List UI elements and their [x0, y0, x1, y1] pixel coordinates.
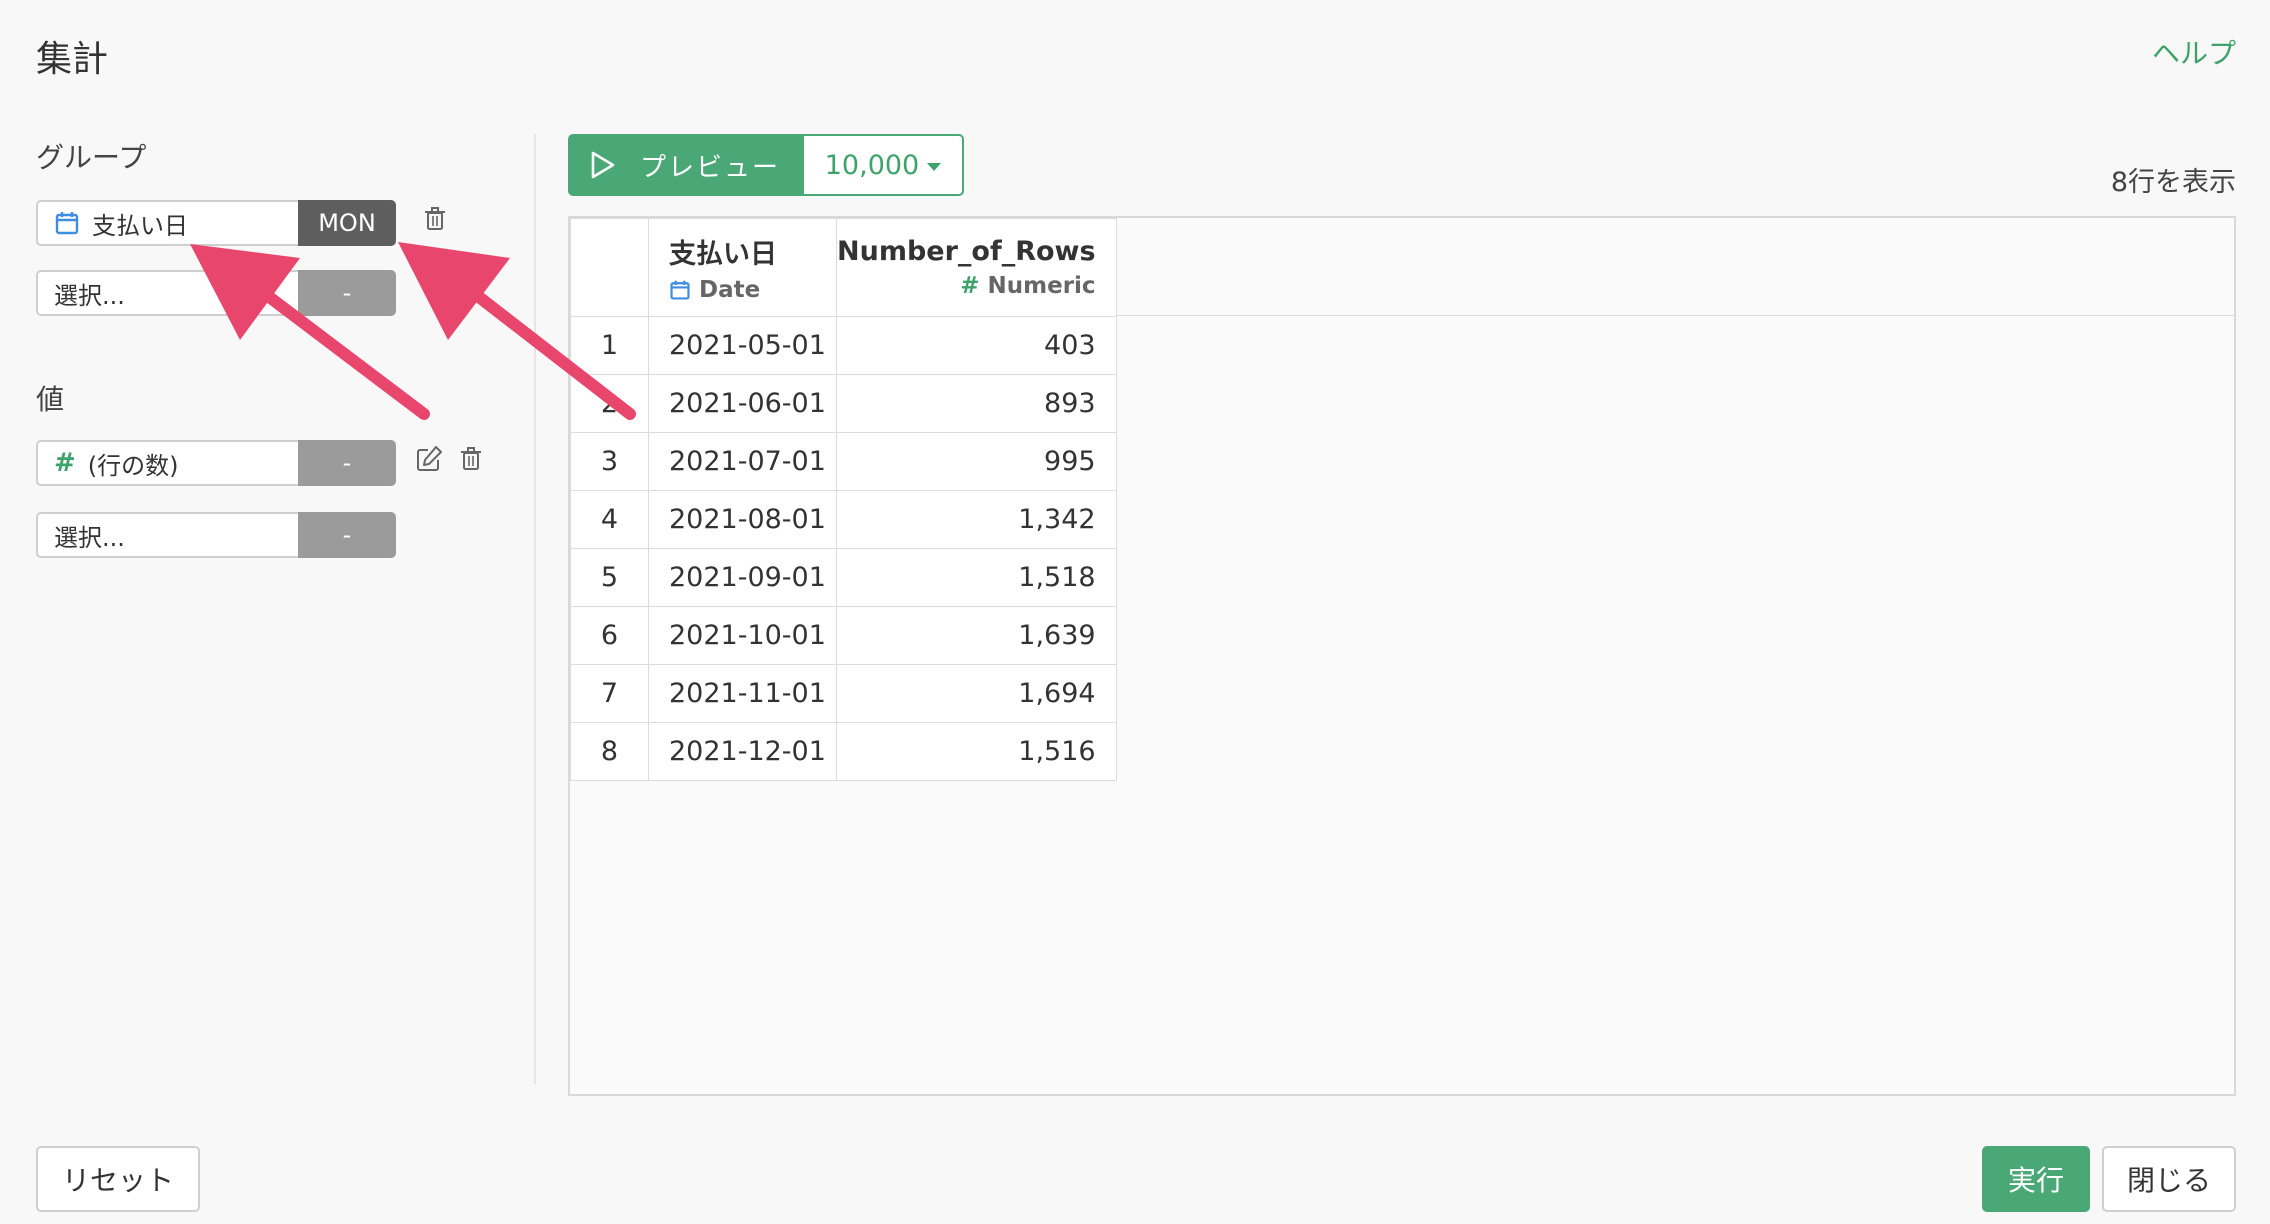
cell-count: 1,342: [836, 490, 1117, 549]
value-select-button[interactable]: -: [298, 512, 396, 558]
cell-count: 893: [836, 374, 1117, 433]
value-field-label: (行の数): [87, 451, 179, 480]
preview-table: 支払い日 Date Number_of_Rows # Numeric 1 202…: [570, 218, 1117, 781]
grid-header-filler: [1114, 218, 2234, 316]
table-row[interactable]: 6 2021-10-01 1,639: [570, 606, 1117, 665]
row-index: 4: [570, 490, 649, 549]
group-field-row: 支払い日 MON: [36, 200, 396, 246]
date-unit-button[interactable]: MON: [298, 200, 396, 246]
settings-panel: グループ 支払い日 MON 選択... - 値 # (行の数) - 選択... …: [36, 130, 506, 1080]
trash-icon[interactable]: [420, 204, 450, 234]
cell-count: 1,639: [836, 606, 1117, 665]
row-index: 5: [570, 548, 649, 607]
calendar-icon: [670, 280, 690, 300]
column-type: Date: [669, 277, 836, 303]
hash-icon: #: [960, 273, 980, 299]
column-type-label: Date: [699, 277, 761, 303]
cell-date: 2021-10-01: [648, 606, 837, 665]
index-header: [570, 218, 649, 317]
table-header-row: 支払い日 Date Number_of_Rows # Numeric: [570, 218, 1117, 317]
preview-toolbar: プレビュー 10,000: [568, 134, 964, 196]
preview-label: プレビュー: [640, 152, 781, 183]
caret-down-icon: [927, 163, 942, 171]
row-index: 8: [570, 722, 649, 781]
hash-icon: #: [54, 448, 76, 478]
panel-divider: [534, 134, 536, 1084]
preview-rows-value: 10,000: [824, 149, 920, 181]
cell-date: 2021-05-01: [648, 316, 837, 375]
column-type-label: Numeric: [987, 273, 1096, 299]
group-select-field[interactable]: 選択...: [36, 270, 298, 316]
group-field-row-empty: 選択... -: [36, 270, 396, 316]
reset-button[interactable]: リセット: [36, 1146, 200, 1212]
row-count-label: 8行を表示: [2110, 167, 2236, 198]
cell-date: 2021-06-01: [648, 374, 837, 433]
cell-date: 2021-07-01: [648, 432, 837, 491]
table-row[interactable]: 1 2021-05-01 403: [570, 316, 1117, 375]
cell-date: 2021-09-01: [648, 548, 837, 607]
group-field-label: 支払い日: [92, 211, 188, 240]
table-row[interactable]: 4 2021-08-01 1,342: [570, 490, 1117, 549]
table-row[interactable]: 3 2021-07-01 995: [570, 432, 1117, 491]
values-section-label: 値: [36, 383, 65, 416]
cell-count: 1,518: [836, 548, 1117, 607]
row-index: 3: [570, 432, 649, 491]
trash-icon[interactable]: [456, 444, 486, 474]
close-button[interactable]: 閉じる: [2102, 1146, 2236, 1212]
cell-date: 2021-08-01: [648, 490, 837, 549]
row-index: 2: [570, 374, 649, 433]
calendar-icon: [55, 212, 79, 235]
table-row[interactable]: 8 2021-12-01 1,516: [570, 722, 1117, 781]
cell-date: 2021-12-01: [648, 722, 837, 781]
run-button[interactable]: 実行: [1982, 1146, 2090, 1212]
column-header-number-of-rows[interactable]: Number_of_Rows # Numeric: [836, 218, 1117, 317]
value-select-field[interactable]: 選択...: [36, 512, 298, 558]
row-index: 6: [570, 606, 649, 665]
column-name: 支払い日: [669, 239, 777, 270]
edit-icon[interactable]: [414, 444, 444, 474]
cell-count: 995: [836, 432, 1117, 491]
table-row[interactable]: 7 2021-11-01 1,694: [570, 664, 1117, 723]
cell-count: 1,694: [836, 664, 1117, 723]
cell-count: 1,516: [836, 722, 1117, 781]
dialog-title: 集計: [36, 39, 109, 80]
preview-button[interactable]: プレビュー: [568, 134, 804, 196]
value-field-row-count[interactable]: # (行の数): [36, 440, 298, 486]
value-field-row: # (行の数) -: [36, 440, 396, 486]
column-type: # Numeric: [837, 273, 1096, 299]
value-agg-button[interactable]: -: [298, 440, 396, 486]
row-index: 7: [570, 664, 649, 723]
row-index: 1: [570, 316, 649, 375]
preview-grid: 支払い日 Date Number_of_Rows # Numeric 1 202…: [568, 216, 2236, 1096]
table-row[interactable]: 2 2021-06-01 893: [570, 374, 1117, 433]
table-row[interactable]: 5 2021-09-01 1,518: [570, 548, 1117, 607]
cell-count: 403: [836, 316, 1117, 375]
group-select-button[interactable]: -: [298, 270, 396, 316]
help-link[interactable]: ヘルプ: [2152, 32, 2236, 72]
play-icon: [591, 151, 615, 179]
group-field-payment-date[interactable]: 支払い日: [36, 200, 298, 246]
value-field-row-empty: 選択... -: [36, 512, 396, 558]
table-body: 1 2021-05-01 403 2 2021-06-01 893 3 2021-07-01 9…: [570, 316, 1117, 781]
column-name: Number_of_Rows: [837, 236, 1096, 267]
group-section-label: グループ: [36, 141, 147, 174]
cell-date: 2021-11-01: [648, 664, 837, 723]
preview-rows-select[interactable]: 10,000: [804, 134, 964, 196]
column-header-date[interactable]: 支払い日 Date: [648, 218, 837, 317]
